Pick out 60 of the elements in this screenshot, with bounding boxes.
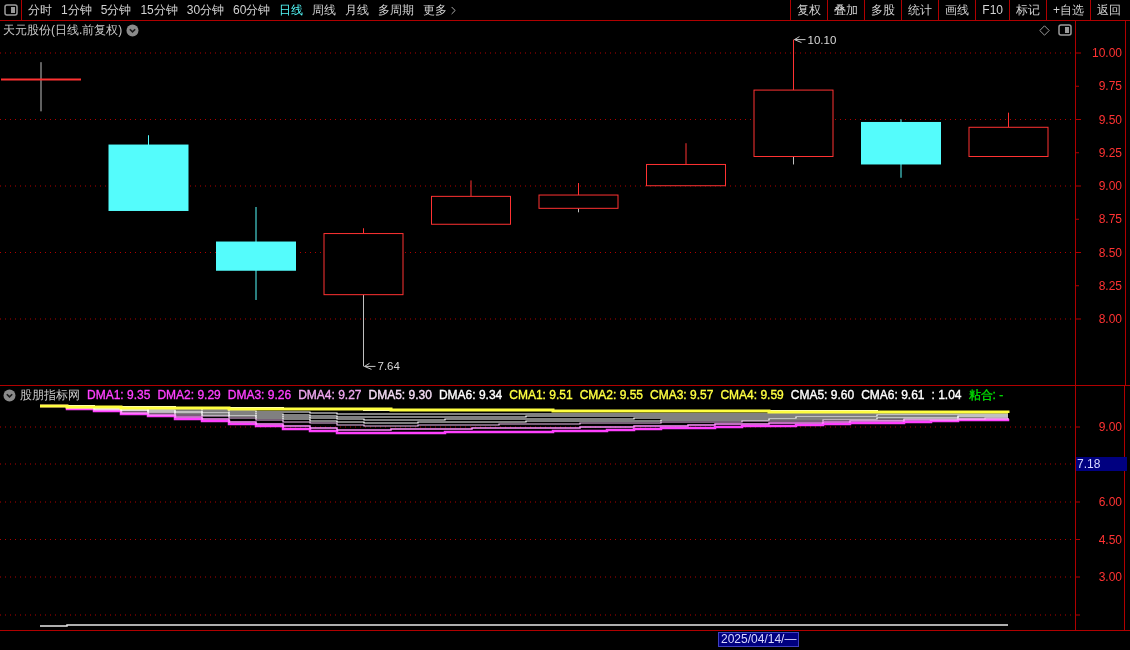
price-annotation: 10.10 — [807, 33, 837, 46]
axis-label: 8.50 — [1098, 245, 1122, 260]
cursor-date-label: 2025/04/14/— — [718, 632, 800, 647]
period-tab[interactable]: 1分钟 — [61, 4, 92, 16]
legend-value: CMA5: 9.60 — [790, 389, 855, 401]
axis-label: 9.50 — [1098, 112, 1122, 127]
toolbar-button[interactable]: 统计 — [901, 0, 939, 20]
legend-value: DMA2: 9.29 — [157, 389, 221, 401]
legend-value: DMA4: 9.27 — [298, 389, 362, 401]
diamond-icon[interactable] — [1039, 24, 1050, 36]
price-annotation: 7.64 — [377, 360, 400, 373]
toolbar-button[interactable]: 画线 — [938, 0, 976, 20]
cursor-value-label: 7.18 — [1076, 457, 1127, 471]
period-tab[interactable]: 日线 — [279, 4, 304, 16]
period-tab[interactable]: 分时 — [28, 4, 52, 16]
axis-label: 3.00 — [1098, 570, 1122, 584]
period-tab[interactable]: 5分钟 — [100, 4, 132, 16]
toolbar-button[interactable]: 标记 — [1009, 0, 1046, 20]
dropdown-icon[interactable] — [3, 388, 16, 402]
axis-label: 6.00 — [1098, 495, 1122, 509]
indicator-name: 股朋指标网 — [20, 389, 80, 401]
toolbar-button[interactable]: 多股 — [864, 0, 902, 20]
legend-value: CMA2: 9.55 — [579, 389, 643, 401]
dropdown-icon[interactable] — [126, 23, 140, 37]
period-tab[interactable]: 周线 — [312, 4, 337, 16]
axis-label: 8.00 — [1098, 312, 1122, 326]
period-tab[interactable]: 30分钟 — [186, 4, 225, 16]
legend-value: DMA5: 9.30 — [368, 389, 432, 401]
axis-label: 10.00 — [1091, 46, 1122, 60]
axis-label: 4.50 — [1098, 532, 1122, 547]
axis-label: 9.75 — [1098, 79, 1122, 94]
panel-toggle-icon[interactable] — [3, 4, 18, 16]
panel-toggle-icon[interactable] — [1058, 24, 1072, 36]
axis-label: 9.00 — [1098, 420, 1122, 434]
legend-value: : 1.04 — [931, 389, 962, 401]
legend-value: DMA1: 9.35 — [87, 389, 151, 401]
period-tab[interactable]: 多周期 — [378, 4, 415, 16]
legend-value: CMA1: 9.51 — [509, 389, 573, 401]
toolbar-button[interactable]: +自选 — [1046, 0, 1090, 20]
toolbar-button[interactable]: 返回 — [1090, 0, 1127, 20]
toolbar-button[interactable]: F10 — [975, 0, 1009, 20]
legend-value: CMA6: 9.61 — [861, 389, 925, 401]
leader-line — [364, 362, 376, 370]
toolbar-button[interactable]: 复权 — [790, 0, 828, 20]
period-tab[interactable]: 60分钟 — [233, 4, 271, 16]
legend-value: 粘合: - — [968, 389, 1004, 401]
axis-label: 8.75 — [1098, 212, 1122, 227]
toolbar-button[interactable]: 叠加 — [827, 0, 865, 20]
legend-value: CMA4: 9.59 — [720, 389, 784, 401]
axis-label: 9.25 — [1098, 145, 1122, 160]
period-tab[interactable]: 15分钟 — [140, 4, 178, 16]
axis-label: 8.25 — [1098, 278, 1122, 293]
period-tab[interactable]: 月线 — [345, 4, 370, 16]
legend-value: DMA3: 9.26 — [227, 389, 292, 401]
axis-label: 9.00 — [1098, 179, 1122, 193]
chart-title: 天元股份(日线.前复权) — [3, 24, 123, 36]
legend-value: DMA6: 9.34 — [438, 389, 503, 401]
leader-line — [794, 36, 806, 44]
period-tab[interactable]: 更多 — [423, 3, 461, 17]
legend-value: CMA3: 9.57 — [650, 389, 714, 401]
